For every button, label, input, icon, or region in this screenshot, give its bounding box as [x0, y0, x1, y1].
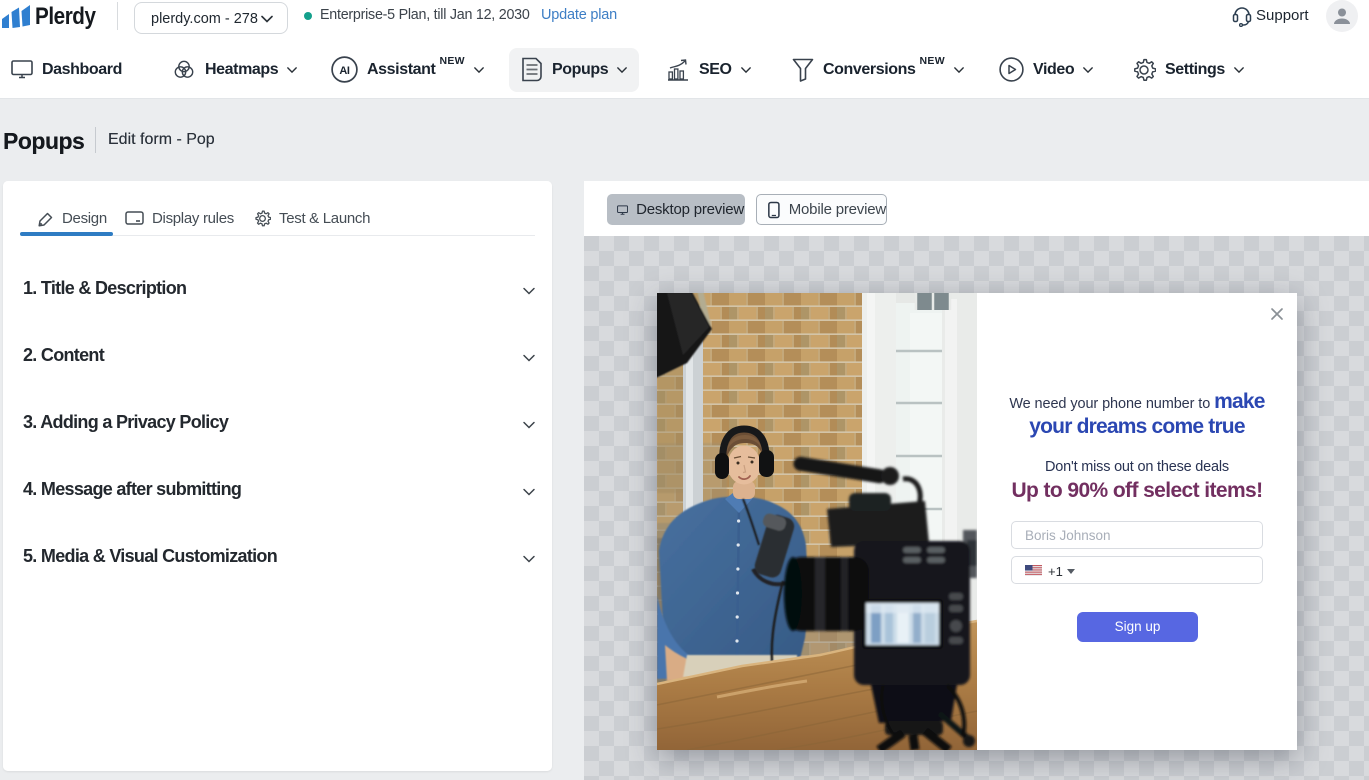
svg-text:AI: AI	[339, 65, 350, 77]
